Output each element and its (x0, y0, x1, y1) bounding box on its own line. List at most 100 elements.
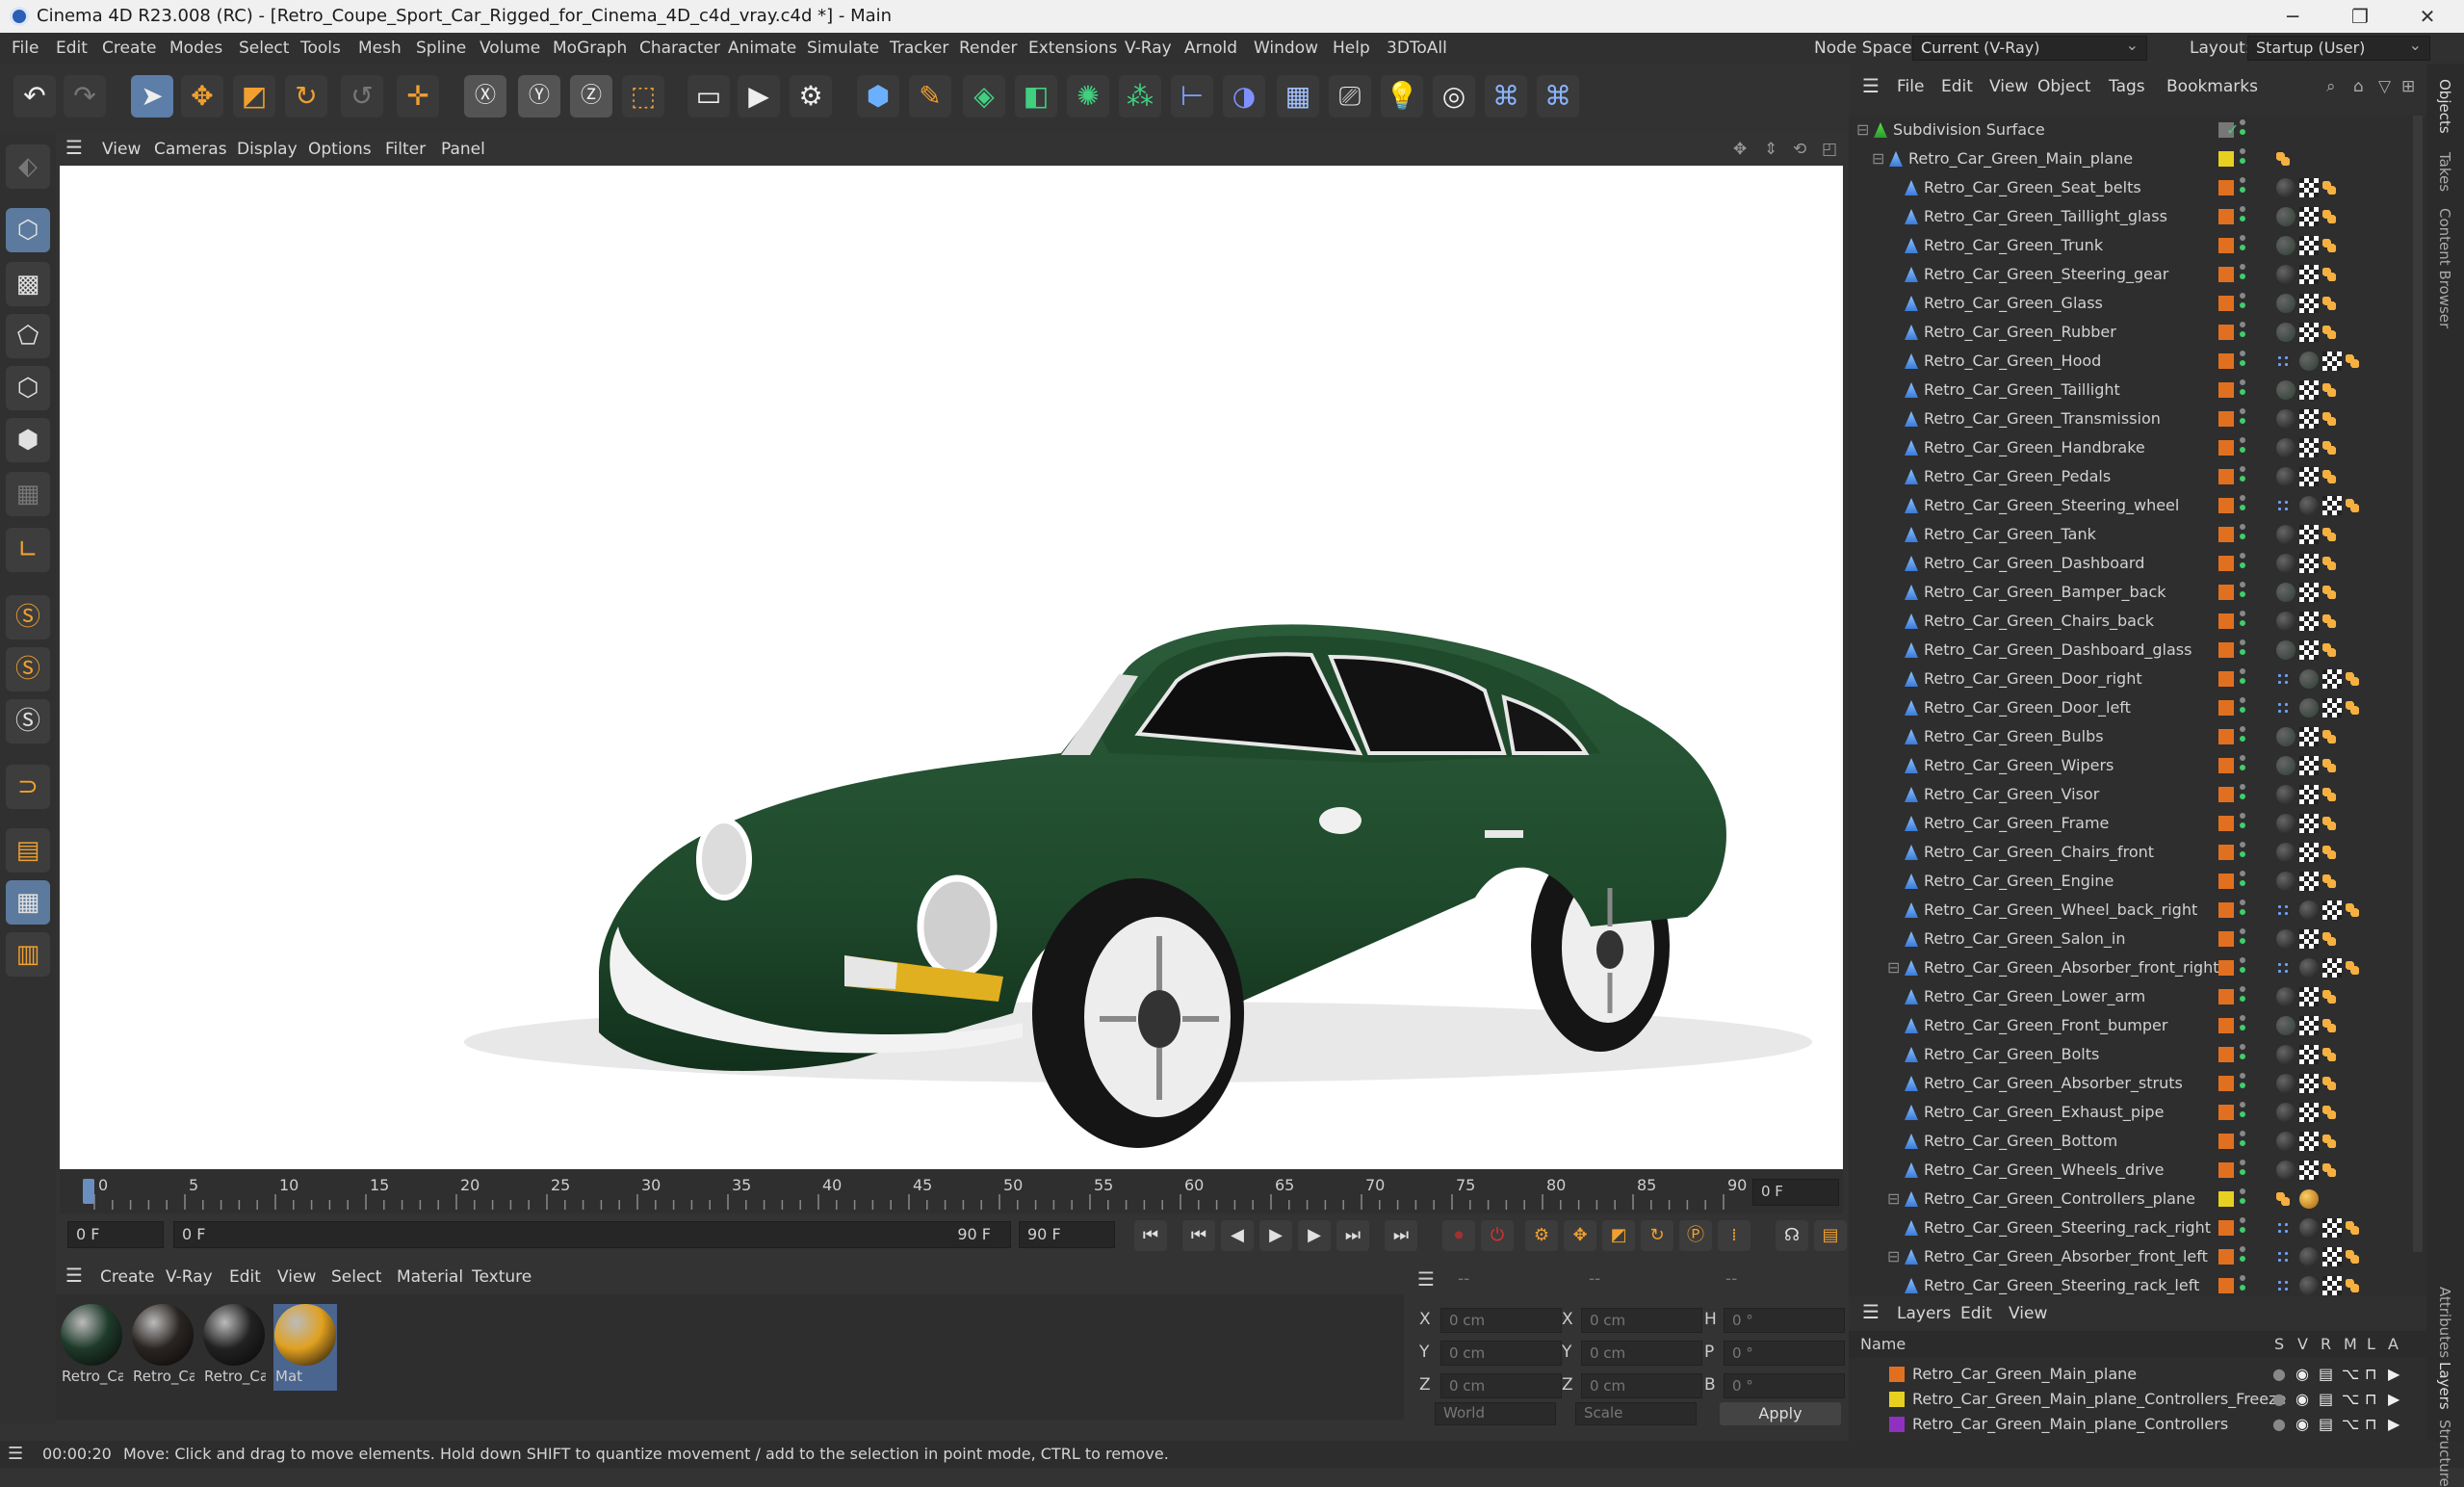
menu-volume[interactable]: Volume (480, 39, 540, 58)
selection-tag-icon[interactable] (2322, 268, 2336, 281)
selection-tag-icon[interactable] (2346, 903, 2359, 917)
menu-spline[interactable]: Spline (416, 39, 466, 58)
object-row[interactable]: Retro_Car_Green_Taillight_glass (1849, 202, 2409, 231)
uvw-tag-icon[interactable] (2299, 207, 2319, 226)
minimize-button[interactable]: ─ (2259, 0, 2326, 33)
uvw-tag-icon[interactable] (2299, 265, 2319, 284)
uvw-tag-icon[interactable] (2322, 1276, 2342, 1295)
field-icon[interactable]: ◑ (1223, 75, 1265, 117)
object-row[interactable]: ⊟ Subdivision Surface ✓ (1849, 116, 2409, 144)
object-row[interactable]: Retro_Car_Green_Front_bumper (1849, 1011, 2409, 1040)
visibility-dots[interactable] (2240, 495, 2245, 516)
layer-color-swatch[interactable] (1889, 1367, 1905, 1382)
uvw-tag-icon[interactable] (2299, 785, 2319, 804)
render-picture-viewer-icon[interactable]: ▶ (738, 75, 780, 117)
layer-color-swatch[interactable] (2218, 1220, 2234, 1236)
render-view-icon[interactable]: ▭ (687, 75, 730, 117)
material-tag-icon[interactable] (2276, 612, 2295, 631)
material-tag-icon[interactable] (2276, 438, 2295, 457)
visibility-dots[interactable] (2240, 264, 2245, 285)
cube-icon[interactable]: ⬢ (857, 75, 899, 117)
polygon-mode-icon[interactable]: ⬢ (6, 418, 50, 462)
selection-tag-icon[interactable] (2276, 152, 2290, 166)
menu-edit[interactable]: Edit (56, 39, 88, 58)
object-new-window-icon[interactable]: ⊞ (2401, 77, 2415, 96)
layer-color-swatch[interactable] (2218, 787, 2234, 802)
layer-color-swatch[interactable] (2218, 498, 2234, 513)
node-space-select[interactable]: Current (V-Ray) (1912, 36, 2147, 61)
coordinate-system-icon[interactable]: ⬚ (622, 75, 664, 117)
layer-color-swatch[interactable] (2218, 931, 2234, 947)
end-frame-field[interactable]: 90 F (1019, 1221, 1115, 1248)
uvw-tag-icon[interactable] (2322, 958, 2342, 978)
menu-tools[interactable]: Tools (300, 39, 341, 58)
solo-dot-icon[interactable]: ● (2272, 1390, 2286, 1408)
visibility-dots[interactable] (2240, 611, 2245, 632)
layer-color-swatch[interactable] (2218, 1105, 2234, 1120)
key-param-icon[interactable]: Ⓟ (1679, 1220, 1712, 1251)
material-tag-icon[interactable] (2276, 727, 2295, 746)
material-tag-icon[interactable] (2276, 785, 2295, 804)
visibility-dots[interactable] (2240, 293, 2245, 314)
object-hamburger-icon[interactable]: ☰ (1862, 74, 1880, 97)
layer-color-swatch[interactable] (2218, 816, 2234, 831)
selection-tag-icon[interactable] (2322, 759, 2336, 772)
expand-toggle-icon[interactable]: ⊟ (1872, 149, 1884, 168)
layer-color-swatch[interactable] (2218, 642, 2234, 658)
layer-color-swatch[interactable] (2218, 325, 2234, 340)
object-row[interactable]: Retro_Car_Green_Steering_wheel (1849, 491, 2409, 520)
magnet-icon[interactable]: ⊃ (6, 765, 50, 809)
object-row[interactable]: Retro_Car_Green_Visor (1849, 780, 2409, 809)
object-row[interactable]: Retro_Car_Green_Wheel_back_right (1849, 896, 2409, 925)
viewport-move-icon[interactable]: ✥ (1733, 140, 1747, 159)
expand-toggle-icon[interactable]: ⊟ (1887, 1189, 1900, 1208)
lock-icon[interactable]: ⊓ (2365, 1390, 2376, 1408)
menu-mograph[interactable]: MoGraph (553, 39, 627, 58)
visibility-dots[interactable] (2240, 1131, 2245, 1152)
visibility-dots[interactable] (2240, 148, 2245, 170)
object-row[interactable]: Retro_Car_Green_Hood (1849, 347, 2409, 376)
menu-3dtoall[interactable]: 3DToAll (1387, 39, 1447, 58)
layer-color-swatch[interactable] (2218, 845, 2234, 860)
layer-color-swatch[interactable] (2218, 151, 2234, 167)
key-rotation-icon[interactable]: ↻ (1641, 1220, 1673, 1251)
material-tag-icon[interactable] (2299, 1247, 2319, 1266)
x-size-field[interactable]: 0 cm (1581, 1308, 1702, 1333)
material-tag-icon[interactable] (2276, 583, 2295, 602)
uvw-tag-icon[interactable] (2299, 409, 2319, 429)
object-menu-view[interactable]: View (1989, 77, 2028, 96)
visibility-dots[interactable] (2240, 1275, 2245, 1296)
selection-tag-icon[interactable] (2322, 614, 2336, 628)
selection-tag-icon[interactable] (2346, 1221, 2359, 1235)
coord-size-mode-select[interactable]: Scale (1575, 1402, 1697, 1425)
phong-tag-icon[interactable] (2276, 903, 2290, 917)
material-menu-material[interactable]: Material (397, 1267, 463, 1287)
layout-select[interactable]: Startup (User) (2247, 36, 2430, 61)
selection-tag-icon[interactable] (2276, 1192, 2290, 1206)
transform-icon[interactable]: ✛ (397, 75, 439, 117)
uvw-tag-icon[interactable] (2322, 1218, 2342, 1238)
redo-icon[interactable]: ↷ (64, 75, 106, 117)
layer-color-swatch[interactable] (2218, 556, 2234, 571)
tab-attributes[interactable]: Attributes (2436, 1287, 2453, 1358)
material-tag-icon[interactable] (2299, 669, 2319, 689)
floor-icon[interactable]: ▦ (1277, 75, 1319, 117)
playhead[interactable] (83, 1179, 94, 1204)
object-row[interactable]: Retro_Car_Green_Bamper_back (1849, 578, 2409, 607)
object-row[interactable]: Retro_Car_Green_Dashboard (1849, 549, 2409, 578)
menu-render[interactable]: Render (959, 39, 1018, 58)
uvw-tag-icon[interactable] (2299, 525, 2319, 544)
selection-tag-icon[interactable] (2322, 210, 2336, 223)
material-tag-icon[interactable] (2276, 380, 2295, 400)
layer-color-swatch[interactable] (2218, 238, 2234, 253)
make-editable-icon[interactable]: ⬖ (6, 144, 50, 189)
motion-system-icon[interactable]: ☊ (1776, 1220, 1808, 1251)
material-tag-icon[interactable] (2299, 958, 2319, 978)
object-row[interactable]: Retro_Car_Green_Bulbs (1849, 722, 2409, 751)
layer-color-swatch[interactable] (2218, 267, 2234, 282)
viewport-hamburger-icon[interactable]: ☰ (65, 136, 83, 159)
layer-menu-layers[interactable]: Layers (1897, 1304, 1951, 1323)
material-tag-icon[interactable] (2276, 843, 2295, 862)
layer-color-swatch[interactable] (2218, 353, 2234, 369)
preview-range-slider[interactable]: 0 F 90 F (173, 1221, 1011, 1248)
